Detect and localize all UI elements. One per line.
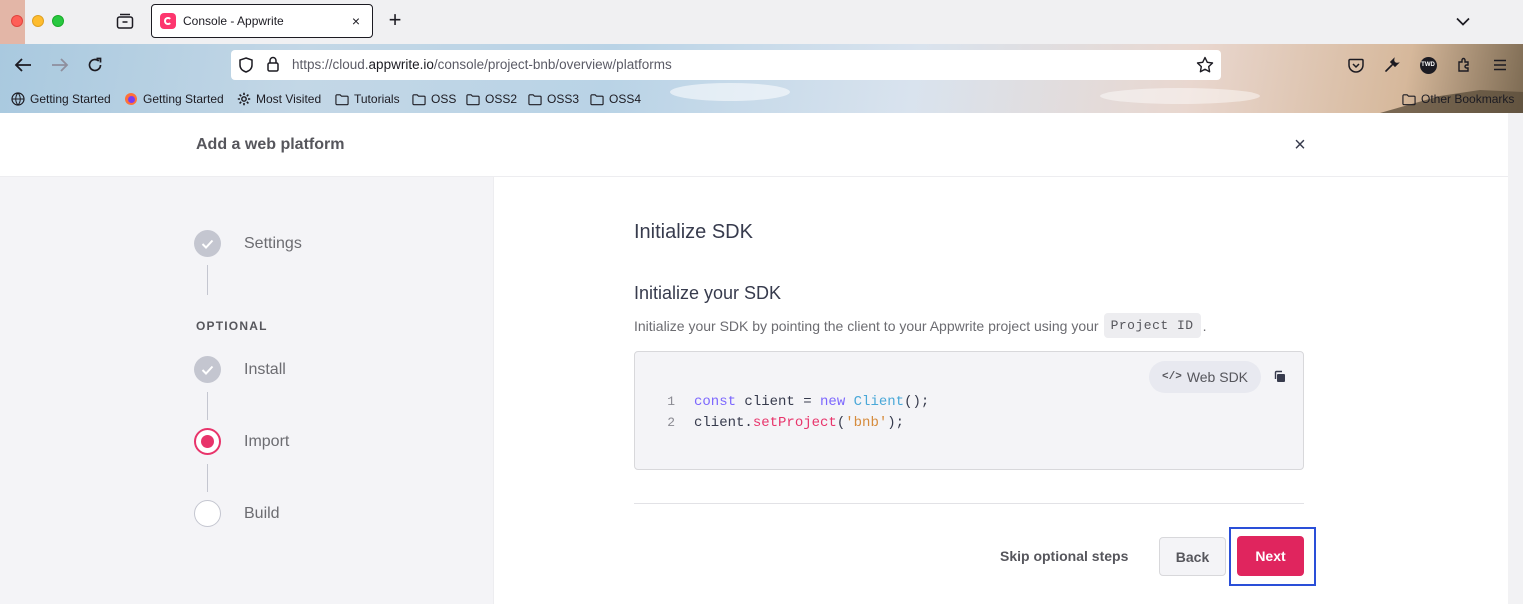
bookmark-most-visited[interactable]: Most Visited [237,90,321,108]
folder-icon [528,92,542,106]
bookmark-oss3[interactable]: OSS3 [528,90,579,108]
tab-manager-icon[interactable] [112,8,138,34]
step-connector [207,464,208,492]
scrollbar[interactable] [1508,113,1523,604]
copy-icon[interactable] [1269,366,1289,386]
check-icon [194,356,221,383]
bookmark-oss[interactable]: OSS [412,90,456,108]
code-line-2: 2 client.setProject('bnb'); [667,414,905,431]
folder-icon [1402,92,1416,106]
tab-console-appwrite[interactable]: Console - Appwrite × [151,4,373,38]
step-connector [207,392,208,420]
bookmark-oss4[interactable]: OSS4 [590,90,641,108]
tab-close-icon[interactable]: × [348,13,364,29]
bookmark-tutorials[interactable]: Tutorials [335,90,400,108]
menu-hamburger-icon[interactable] [1489,54,1511,76]
tracking-shield-icon[interactable] [237,56,255,74]
tab-title: Console - Appwrite [183,14,284,28]
bookmark-getting-started-1[interactable]: Getting Started [11,90,111,108]
profile-avatar[interactable]: TWD [1417,54,1439,76]
back-arrow-icon[interactable] [12,54,34,76]
step-settings[interactable]: Settings [194,230,302,257]
step-import[interactable]: Import [194,428,289,455]
firefox-icon [124,92,138,106]
step-label: Install [244,360,286,378]
section-heading: Initialize SDK [634,221,753,243]
folder-icon [412,92,426,106]
bookmark-other-bookmarks[interactable]: Other Bookmarks [1402,90,1514,108]
window-minimize-button[interactable] [32,15,44,27]
close-icon[interactable]: × [1290,134,1310,156]
wrench-icon[interactable] [1381,54,1403,76]
globe-icon [11,92,25,106]
step-label: Settings [244,234,302,252]
bookmark-oss2[interactable]: OSS2 [466,90,517,108]
step-label: Import [244,432,290,450]
step-install[interactable]: Install [194,356,286,383]
lock-icon[interactable] [264,55,282,73]
step-connector [207,265,208,295]
step-content: Initialize SDK Initialize your SDK Initi… [494,177,1508,604]
pocket-icon[interactable] [1345,54,1367,76]
next-button[interactable]: Next [1237,536,1304,576]
step-build[interactable]: Build [194,500,280,527]
modal-title: Add a web platform [196,136,345,153]
forward-arrow-icon[interactable] [49,54,71,76]
url-bar[interactable]: https://cloud.appwrite.io/console/projec… [231,50,1221,80]
code-icon: </> [1162,371,1182,383]
folder-icon [335,92,349,106]
reload-icon[interactable] [84,54,106,76]
project-id-code: Project ID [1103,313,1201,338]
section-subheading: Initialize your SDK [634,283,782,303]
back-button[interactable]: Back [1159,537,1226,576]
bookmarks-toolbar: Getting Started Getting Started Most Vis… [0,88,1523,109]
extensions-icon[interactable] [1453,54,1475,76]
check-icon [194,230,221,257]
folder-icon [466,92,480,106]
code-lines: 1 const client = new Client(); 2 client.se… [635,391,929,433]
window-zoom-button[interactable] [52,15,64,27]
web-sdk-tag[interactable]: </> Web SDK [1149,361,1262,393]
new-tab-button[interactable]: + [384,7,406,32]
footer-divider [634,503,1304,504]
skip-optional-steps-button[interactable]: Skip optional steps [987,537,1141,575]
code-line-1: 1 const client = new Client(); [667,393,930,410]
active-step-indicator [194,428,221,455]
pending-step-indicator [194,500,221,527]
bookmark-getting-started-2[interactable]: Getting Started [124,90,224,108]
code-snippet: </> Web SDK 1 const client = new Client()… [634,351,1304,470]
url-text[interactable]: https://cloud.appwrite.io/console/projec… [292,57,672,72]
appwrite-favicon-icon [160,13,176,29]
section-description: Initialize your SDK by pointing the clie… [634,313,1206,338]
browser-chrome: Console - Appwrite × + https://cloud.app… [0,0,1523,113]
tab-bar: Console - Appwrite × + [0,0,1523,44]
step-label: Build [244,504,280,522]
gear-icon [237,92,251,106]
chevron-down-icon[interactable] [1452,10,1474,32]
modal-header: Add a web platform × [0,113,1508,177]
folder-icon [590,92,604,106]
appwrite-page: Add a web platform × Settings OPTIONAL I… [0,113,1523,604]
bookmark-star-icon[interactable] [1195,55,1215,75]
optional-section-label: OPTIONAL [196,319,268,333]
window-close-button[interactable] [11,15,23,27]
